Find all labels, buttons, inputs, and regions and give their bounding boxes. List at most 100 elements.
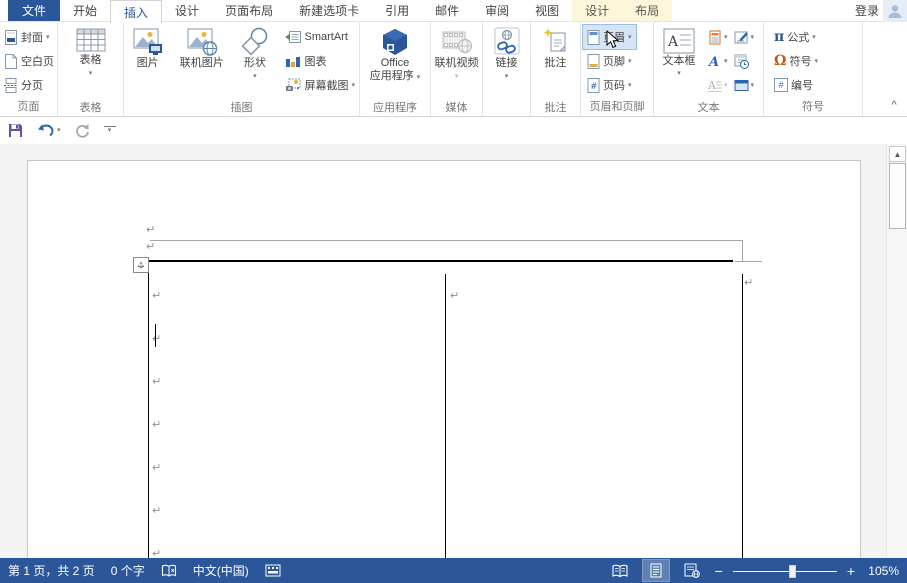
pictures-label: 图片 (137, 57, 159, 70)
group-text: A 文本框 ▾ ▾ ▾ (654, 22, 764, 116)
text-box-button[interactable]: A 文本框 ▾ (654, 25, 704, 101)
symbol-label: 符号 (789, 53, 811, 69)
text-box-label: 文本框 (663, 55, 696, 68)
word-count[interactable]: 0 个字 (111, 562, 145, 579)
ribbon-spacer: ^ (863, 22, 907, 116)
customize-qat-button[interactable]: ▾ (104, 126, 116, 135)
group-symbols: π 公式▾ Ω 符号▾ # 编号 符号 (764, 22, 863, 116)
equation-label: 公式 (787, 29, 809, 45)
table-left-border[interactable] (148, 271, 149, 558)
tab-home[interactable]: 开始 (60, 0, 110, 21)
tab-review[interactable]: 审阅 (472, 0, 522, 21)
cover-page-button[interactable]: 封面▾ (0, 25, 58, 49)
tab-mailings[interactable]: 邮件 (422, 0, 472, 21)
paragraph-mark: ↵ (152, 419, 161, 430)
page-number-icon: # (587, 78, 600, 93)
new-comment-button[interactable]: 批注 (541, 25, 571, 101)
group-media: 联机视频 ▾ 媒体 (431, 22, 483, 116)
quick-parts-icon (708, 30, 722, 45)
tab-table-layout[interactable]: 布局 (622, 0, 672, 21)
group-tables: 表格 ▾ 表格 (58, 22, 124, 116)
tab-file[interactable]: 文件 (8, 0, 60, 21)
undo-button[interactable]: ▾ (37, 123, 61, 138)
table-button[interactable]: 表格 ▾ (76, 25, 106, 101)
paragraph-mark: ↵ (146, 224, 155, 235)
quick-parts-button[interactable]: ▾ (708, 30, 728, 45)
wordart-button[interactable]: A ▾ (708, 54, 728, 69)
svg-text:A: A (708, 55, 719, 69)
redo-button[interactable] (75, 123, 90, 138)
office-apps-button[interactable]: Office 应用程序 ▾ (370, 25, 421, 101)
zoom-level[interactable]: 105% (865, 564, 899, 578)
tab-design[interactable]: 设计 (162, 0, 212, 21)
collapse-ribbon-button[interactable]: ^ (891, 100, 897, 109)
shapes-button[interactable]: 形状 ▾ (232, 25, 277, 101)
page-number-button[interactable]: # 页码▾ (583, 73, 636, 97)
table-move-handle[interactable]: ↔ ↕ (133, 257, 149, 273)
header-label: 页眉 (603, 29, 625, 45)
date-time-icon (734, 54, 749, 69)
vertical-scrollbar[interactable]: ▲ (886, 144, 907, 558)
online-pictures-button[interactable]: 联机图片 (171, 25, 232, 101)
footer-button[interactable]: 页脚▾ (583, 49, 636, 73)
read-mode-button[interactable] (607, 560, 633, 581)
scroll-up-button[interactable]: ▲ (889, 146, 906, 162)
object-button[interactable]: ▾ (734, 78, 755, 93)
zoom-slider-thumb[interactable] (789, 565, 796, 578)
web-layout-icon (684, 563, 700, 578)
page-break-button[interactable]: 分页 (0, 73, 58, 97)
proofing-status[interactable] (161, 564, 177, 578)
language-status[interactable]: 中文(中国) (193, 562, 249, 579)
scrollbar-thumb[interactable] (889, 163, 906, 229)
group-illustrations: 图片 联机图片 形状 ▾ SmartArt (124, 22, 360, 116)
tab-references[interactable]: 引用 (372, 0, 422, 21)
web-layout-button[interactable] (679, 560, 705, 581)
blank-page-label: 空白页 (21, 53, 54, 69)
table-right-border[interactable] (742, 274, 743, 558)
tab-page-layout[interactable]: 页面布局 (212, 0, 286, 21)
header-button[interactable]: 页眉▾ (583, 25, 636, 49)
equation-button[interactable]: π 公式▾ (770, 25, 822, 49)
chart-button[interactable]: 图表 (281, 49, 359, 73)
input-mode-status[interactable] (265, 564, 281, 577)
move-arrows-icon-2: ↕ (134, 258, 148, 272)
group-comments-label: 批注 (531, 101, 580, 116)
account-avatar[interactable] (883, 0, 907, 22)
symbol-button[interactable]: Ω 符号▾ (770, 49, 822, 73)
tab-insert[interactable]: 插入 (110, 0, 162, 23)
signature-line-button[interactable]: ▾ (734, 30, 755, 45)
tab-view[interactable]: 视图 (522, 0, 572, 21)
read-mode-icon (611, 564, 629, 578)
link-icon (492, 27, 522, 57)
table-middle-border[interactable] (445, 274, 446, 558)
online-video-button[interactable]: 联机视频 ▾ (435, 25, 479, 101)
paragraph-mark: ↵ (152, 376, 161, 387)
group-links: 链接 ▾ (483, 22, 531, 116)
number-button[interactable]: # 编号 (770, 73, 822, 97)
sign-in-button[interactable]: 登录 (851, 0, 883, 21)
zoom-out-button[interactable]: − (715, 563, 723, 579)
new-comment-label: 批注 (545, 57, 567, 70)
pictures-button[interactable]: 图片 (124, 25, 171, 101)
print-layout-button[interactable] (643, 560, 669, 581)
drop-cap-button[interactable]: A ▾ (708, 78, 728, 93)
blank-page-button[interactable]: 空白页 (0, 49, 58, 73)
tab-table-design[interactable]: 设计 (572, 0, 622, 21)
link-button[interactable]: 链接 ▾ (492, 25, 522, 101)
save-button[interactable] (8, 123, 23, 138)
picture-icon (132, 27, 164, 57)
document-page[interactable] (27, 160, 861, 558)
header-row-bottom-gridline (735, 261, 762, 262)
person-icon (887, 3, 903, 19)
table-icon (76, 27, 106, 54)
zoom-in-button[interactable]: + (847, 563, 855, 579)
page-info[interactable]: 第 1 页，共 2 页 (8, 562, 95, 579)
smartart-button[interactable]: SmartArt (281, 25, 359, 49)
ribbon-insert: 封面▾ 空白页 分页 页面 表格 ▾ (0, 22, 907, 117)
zoom-slider[interactable] (733, 564, 837, 578)
shapes-icon (239, 27, 271, 57)
cover-page-icon (4, 30, 18, 45)
screenshot-button[interactable]: 屏幕截图▾ (281, 73, 359, 97)
date-time-button[interactable] (734, 54, 749, 69)
tab-new-custom[interactable]: 新建选项卡 (286, 0, 372, 21)
